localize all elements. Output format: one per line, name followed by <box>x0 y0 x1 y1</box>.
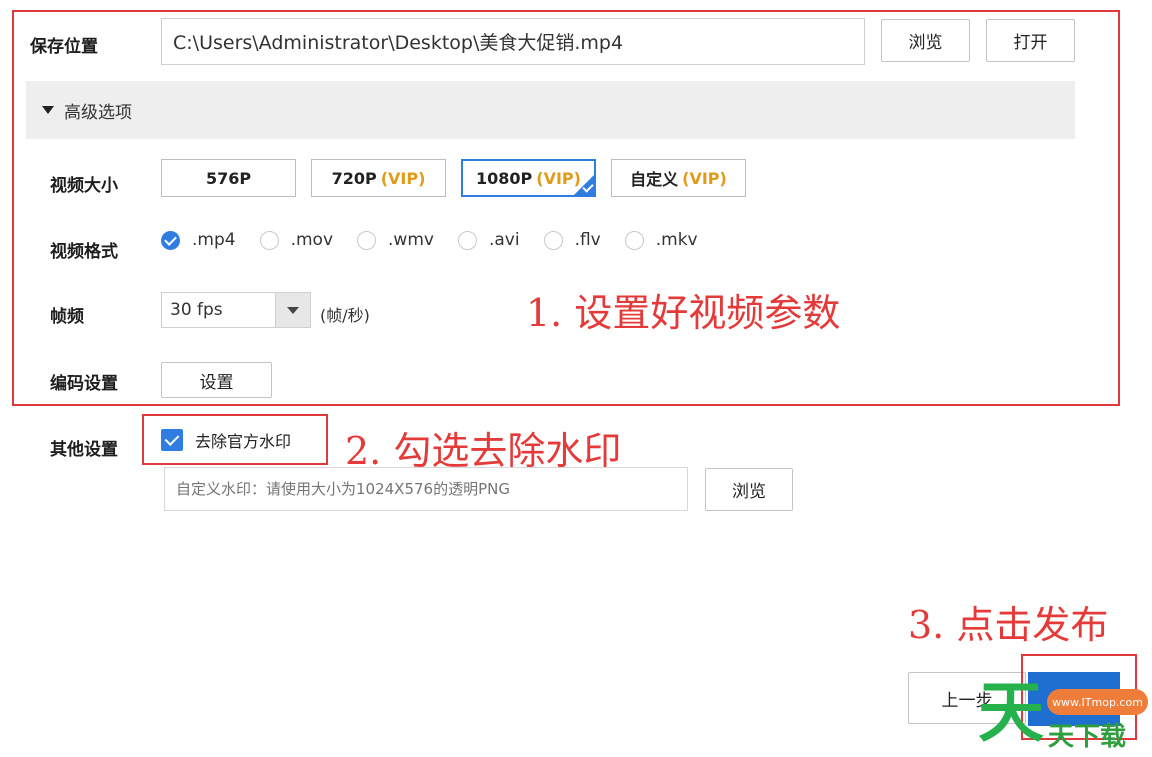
other-settings-label: 其他设置 <box>50 440 118 460</box>
site-watermark-text: 天下载 <box>1048 722 1127 752</box>
site-watermark-url: www.ITmop.com <box>1047 689 1148 715</box>
annotation-step3: 3. 点击发布 <box>908 603 1109 647</box>
watermark-browse-button[interactable]: 浏览 <box>705 468 793 511</box>
annotation-step1: 1. 设置好视频参数 <box>526 291 841 335</box>
highlight-box-watermark <box>142 414 328 465</box>
site-watermark-logo: 天 <box>978 674 1044 751</box>
custom-watermark-input[interactable] <box>164 467 688 511</box>
highlight-box-settings <box>12 10 1120 406</box>
